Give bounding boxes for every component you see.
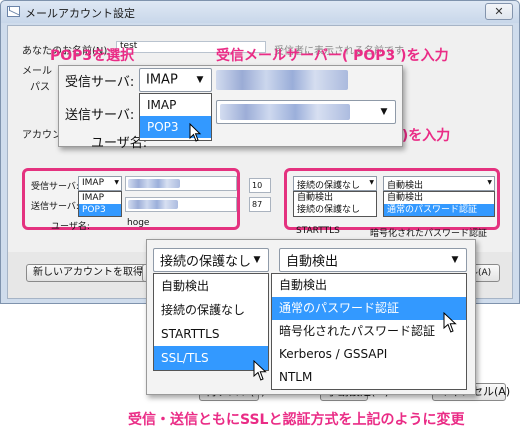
auth-option-normal-password[interactable]: 通常のパスワード認証 <box>272 297 466 320</box>
incoming-protocol-value-small: IMAP <box>82 178 105 188</box>
outgoing-server-field[interactable]: ▼ <box>216 100 396 124</box>
protocol-option-imap[interactable]: IMAP <box>140 94 211 116</box>
chevron-down-icon: ▼ <box>380 107 388 117</box>
security-select[interactable]: 接続の保護なし ▼ <box>153 248 269 272</box>
email-label: メール <box>22 66 52 77</box>
username-value-small: hoge <box>127 218 150 228</box>
outgoing-server-label: 送信サーバ: <box>65 108 135 123</box>
incoming-port-value: 10 <box>252 181 263 190</box>
security-option-ssl-tls[interactable]: SSL/TLS <box>154 346 268 370</box>
incoming-protocol-select-small[interactable]: IMAP ▼ <box>78 176 122 191</box>
incoming-server-input[interactable] <box>216 70 348 90</box>
outgoing-server-field-small[interactable] <box>125 197 237 212</box>
security-select-small[interactable]: 接続の保護なし ▼ <box>293 176 377 191</box>
auth-dropdown-list-small: 自動検出 通常のパスワード認証 <box>383 191 495 217</box>
starttls-label-small: STARTTLS <box>296 226 340 236</box>
mail-icon <box>7 6 20 17</box>
account-label: アカウン <box>22 130 62 141</box>
auth-option-small[interactable]: 自動検出 <box>384 192 494 204</box>
security-option-none[interactable]: 接続の保護なし <box>154 298 268 322</box>
title-bar: メールアカウント設定 ✕ <box>1 1 519 23</box>
incoming-server-field-small[interactable] <box>125 176 237 191</box>
security-option-small[interactable]: 自動検出 <box>294 192 376 204</box>
auth-value-small: 自動検出 <box>387 181 424 191</box>
incoming-server-label: 受信サーバ: <box>65 75 135 90</box>
security-value: 接続の保護なし <box>160 254 252 270</box>
auth-option-ntlm[interactable]: NTLM <box>272 366 466 389</box>
security-option-small[interactable]: 接続の保護なし <box>294 204 376 216</box>
security-option-auto[interactable]: 自動検出 <box>154 274 268 298</box>
auth-dropdown-list: 自動検出 通常のパスワード認証 暗号化されたパスワード認証 Kerberos /… <box>271 273 467 390</box>
auth-option-encrypted-password[interactable]: 暗号化されたパスワード認証 <box>272 320 466 343</box>
outgoing-port-value: 87 <box>252 200 263 209</box>
auth-option-auto[interactable]: 自動検出 <box>272 274 466 297</box>
annotation-incoming-server: 受信メールサーバー( POP3 )を入力 <box>216 48 449 64</box>
protocol-option-pop3-small[interactable]: POP3 <box>79 204 121 216</box>
username-label-small: ユーザ名: <box>51 222 90 232</box>
security-value-small: 接続の保護なし <box>297 181 361 191</box>
annotation-pop3-select: POP3を選択 <box>50 48 135 64</box>
callout-security-zoom: 接続の保護なし ▼ 自動検出 ▼ 自動検出 接続の保護なし STARTTLS S… <box>146 239 476 395</box>
auth-value: 自動検出 <box>286 254 339 270</box>
outgoing-server-value <box>220 104 350 120</box>
chevron-down-icon: ▼ <box>369 179 374 186</box>
encrypted-password-label-small: 暗号化されたパスワード認証 <box>370 229 488 239</box>
security-option-starttls[interactable]: STARTTLS <box>154 322 268 346</box>
auth-select[interactable]: 自動検出 ▼ <box>279 248 467 272</box>
chevron-down-icon: ▼ <box>487 179 492 186</box>
close-button[interactable]: ✕ <box>485 3 513 20</box>
incoming-server-value-small <box>128 179 180 188</box>
incoming-port-input[interactable]: 10 <box>249 178 271 193</box>
chevron-down-icon: ▼ <box>253 255 261 265</box>
window-title: メールアカウント設定 <box>25 7 135 20</box>
incoming-server-label-small: 受信サーバ: <box>31 182 79 192</box>
callout-server-zoom: 受信サーバ: IMAP ▼ 送信サーバ: ▼ ユーザ名: IMAP POP3 <box>58 65 403 151</box>
protocol-dropdown-list-small: IMAP POP3 <box>78 191 122 217</box>
annotation-bottom-note: 受信・送信ともにSSLと認証方式を上記のように変更 <box>128 412 465 428</box>
outgoing-port-input[interactable]: 87 <box>249 197 271 212</box>
outgoing-server-value-small <box>128 200 178 209</box>
protocol-option-imap-small[interactable]: IMAP <box>79 192 121 204</box>
incoming-protocol-select[interactable]: IMAP ▼ <box>139 68 212 92</box>
server-settings-frame: 受信サーバ: IMAP ▼ 送信サーバ: ユーザ名: hoge IMAP POP… <box>22 168 240 232</box>
auth-option-small[interactable]: 通常のパスワード認証 <box>384 204 494 216</box>
security-settings-frame: 接続の保護なし ▼ 自動検出 ▼ 自動検出 接続の保護なし 自動検出 通常のパス… <box>284 168 500 230</box>
chevron-down-icon: ▼ <box>196 75 204 85</box>
chevron-down-icon: ▼ <box>114 179 119 186</box>
auth-option-kerberos[interactable]: Kerberos / GSSAPI <box>272 343 466 366</box>
security-dropdown-list-small: 自動検出 接続の保護なし <box>293 191 377 217</box>
security-dropdown-list: 自動検出 接続の保護なし STARTTLS SSL/TLS <box>153 273 269 371</box>
password-label: パス <box>30 82 50 93</box>
outgoing-server-label-small: 送信サーバ: <box>31 202 79 212</box>
incoming-protocol-value: IMAP <box>146 72 178 88</box>
auth-select-small[interactable]: 自動検出 ▼ <box>383 176 495 191</box>
chevron-down-icon: ▼ <box>451 255 459 265</box>
